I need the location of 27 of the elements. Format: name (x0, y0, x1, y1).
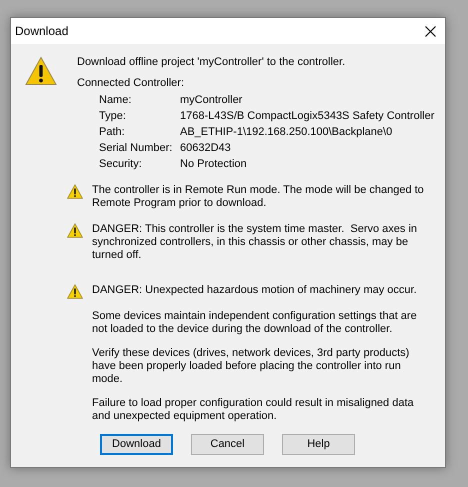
dialog-button[interactable]: Download (100, 434, 173, 455)
warning-icon (67, 284, 83, 299)
field-label: Security: (99, 158, 143, 171)
field-value: AB_ETHIP-1\192.168.250.100\Backplane\0 (180, 126, 394, 139)
field-value: 60632D43 (180, 142, 232, 155)
note-text: Failure to load proper configuration could result in misaligned data and unexpected equipment operation. (92, 397, 415, 423)
warning-text: DANGER: Unexpected hazardous motion of machinery may occur. (92, 284, 418, 298)
close-icon[interactable] (424, 26, 436, 36)
warning-icon (67, 223, 83, 238)
warning-icon (25, 56, 57, 86)
field-value: myController (180, 94, 244, 107)
note-text: Some devices maintain independent configuration settings that are not loaded to the device during the download of the controller. (92, 310, 418, 336)
message-text: Download offline project 'myController' to the controller. (77, 56, 346, 69)
warning-text: The controller is in Remote Run mode. The mode will be changed to Remote Program prior to download. (92, 184, 424, 210)
field-label: Type: (99, 110, 127, 123)
field-value: No Protection (180, 158, 248, 171)
field-value: 1768-L43S/B CompactLogix5343S Safety Controller (180, 110, 434, 123)
warning-text: DANGER: This controller is the system time master. Servo axes in synchronized controllers, in this chassis or other chassis, may be turned off. (92, 223, 418, 262)
dialog-button[interactable]: Cancel (191, 434, 264, 455)
section-heading: Connected Controller: (77, 77, 186, 90)
field-label: Path: (99, 126, 126, 139)
field-label: Serial Number: (99, 142, 174, 155)
field-label: Name: (99, 94, 132, 107)
dialog-button[interactable]: Help (282, 434, 355, 455)
window-title: Download (15, 24, 68, 38)
note-text: Verify these devices (drives, network devices, 3rd party products) have been properly loaded before placing the controller into run mode. (92, 347, 410, 386)
warning-icon (67, 184, 83, 199)
